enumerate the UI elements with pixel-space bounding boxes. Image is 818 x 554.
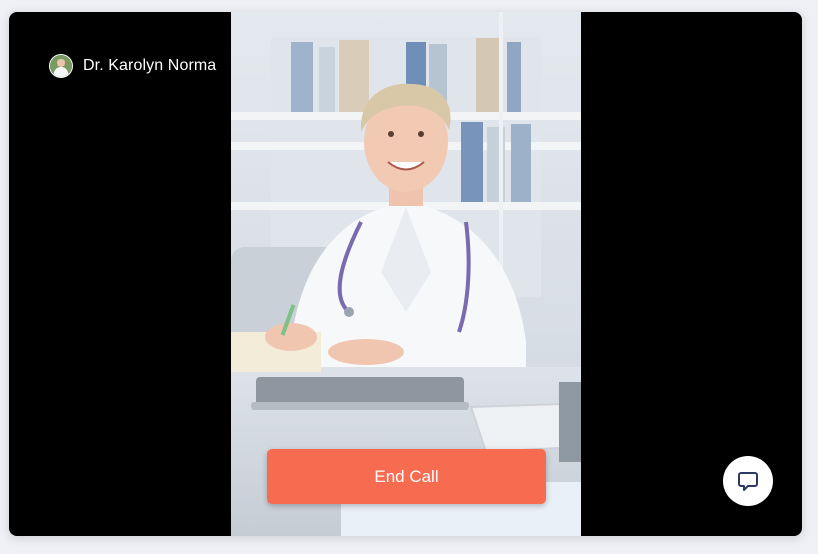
video-call-window: Dr. Karolyn Norma End Call: [9, 12, 802, 536]
caller-info: Dr. Karolyn Norma: [49, 54, 216, 78]
caller-name: Dr. Karolyn Norma: [83, 57, 217, 74]
chat-button[interactable]: [723, 456, 773, 506]
doctor-avatar: [49, 54, 73, 78]
end-call-button[interactable]: End Call: [267, 449, 546, 504]
chat-bubble-icon: [738, 472, 758, 491]
avatar-image: [50, 55, 72, 77]
